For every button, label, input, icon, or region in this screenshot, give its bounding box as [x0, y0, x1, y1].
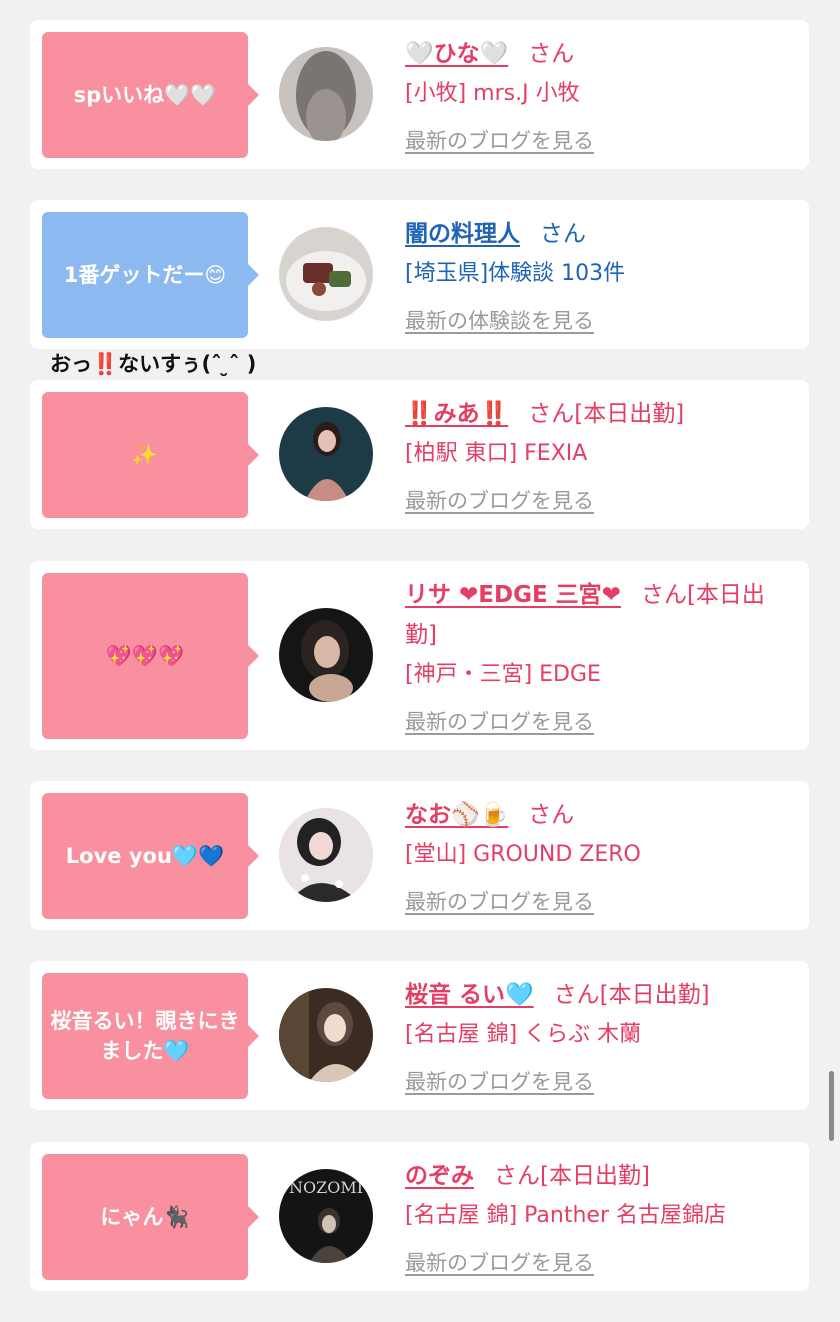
name-suffix: さん	[528, 802, 575, 828]
shop-label: [名古屋 錦] Panther 名古屋錦店	[405, 1203, 726, 1228]
avatar[interactable]	[279, 227, 373, 321]
avatar-image	[279, 608, 373, 702]
user-name-link[interactable]: 闇の料理人	[405, 221, 520, 247]
comment-bubble: Love you🩵💙	[42, 793, 259, 919]
entry-info: 闇の料理人 さん [埼玉県]体験談 103件 最新の体験談を見る	[405, 214, 793, 341]
area-review-count: [埼玉県]体験談 103件	[405, 261, 626, 286]
user-name-link[interactable]: 🤍ひな🤍	[405, 41, 508, 67]
latest-blog-link[interactable]: 最新のブログを見る	[405, 121, 594, 161]
entry-info: ‼️みあ‼️ さん[本日出勤] [柏駅 東口] FEXIA 最新のブログを見る	[405, 394, 793, 521]
name-line: 🤍ひな🤍 さん	[405, 34, 793, 74]
user-name-link[interactable]: のぞみ	[405, 1163, 474, 1189]
comment-bubble: ✨	[42, 392, 259, 518]
avatar-logo-text: NOZOMI	[289, 1178, 363, 1197]
shop-label: [神戸・三宮] EDGE	[405, 662, 601, 687]
blog-card: spいいね🤍🤍 🤍ひな🤍 さん [小牧] mrs.J 小牧 最新のブログを見る	[30, 20, 809, 169]
avatar[interactable]	[279, 808, 373, 902]
comment-bubble: 💖💖💖	[42, 573, 259, 739]
name-suffix: さん	[540, 221, 586, 247]
avatar-image	[279, 407, 373, 501]
comment-bubble: にゃん🐈‍⬛	[42, 1154, 259, 1280]
entry-info: リサ ❤EDGE 三宮❤ さん[本日出勤] [神戸・三宮] EDGE 最新のブログ…	[405, 575, 793, 742]
entry-info: 🤍ひな🤍 さん [小牧] mrs.J 小牧 最新のブログを見る	[405, 34, 793, 161]
shop-label: [堂山] GROUND ZERO	[405, 842, 641, 867]
comment-bubble: 1番ゲットだー😊	[42, 212, 259, 338]
latest-review-link[interactable]: 最新の体験談を見る	[405, 301, 594, 341]
avatar-image: NOZOMI	[279, 1169, 373, 1263]
comment-bubble: spいいね🤍🤍	[42, 32, 259, 158]
scrollbar[interactable]	[829, 1071, 834, 1141]
latest-blog-link[interactable]: 最新のブログを見る	[405, 702, 594, 742]
entry-info: なお⚾️🍺 さん [堂山] GROUND ZERO 最新のブログを見る	[405, 795, 793, 922]
avatar[interactable]: NOZOMI	[279, 1169, 373, 1263]
name-suffix: さん[本日出勤]	[494, 1163, 650, 1189]
latest-blog-link[interactable]: 最新のブログを見る	[405, 481, 594, 521]
user-name-link[interactable]: なお⚾️🍺	[405, 802, 508, 828]
avatar[interactable]	[279, 608, 373, 702]
name-line: なお⚾️🍺 さん	[405, 795, 793, 835]
entry-info: 桜音 るい🩵 さん[本日出勤] [名古屋 錦] くらぶ 木蘭 最新のブログを見る	[405, 975, 793, 1102]
latest-blog-link[interactable]: 最新のブログを見る	[405, 1062, 594, 1102]
shop-label: [小牧] mrs.J 小牧	[405, 81, 580, 106]
name-suffix: さん[本日出勤]	[553, 982, 710, 1008]
name-line: リサ ❤EDGE 三宮❤ さん[本日出勤]	[405, 575, 793, 655]
avatar-image	[279, 988, 373, 1082]
name-line: のぞみ さん[本日出勤]	[405, 1156, 793, 1196]
name-suffix: さん	[528, 41, 575, 67]
avatar[interactable]	[279, 47, 373, 141]
blog-card: にゃん🐈‍⬛ NOZOMI のぞみ さん[本日出勤] [名古屋 錦] Panthe…	[30, 1142, 809, 1291]
shop-label: [名古屋 錦] くらぶ 木蘭	[405, 1022, 642, 1047]
review-card: 1番ゲットだー😊 闇の料理人 さん [埼玉県]体験談 103件 最新の体験談を見る	[30, 200, 809, 349]
latest-blog-link[interactable]: 最新のブログを見る	[405, 1243, 594, 1283]
blog-card: 桜音るい！覗きにきました🩵 桜音 るい🩵 さん[本日出勤] [名古屋 錦] くらぶ…	[30, 961, 809, 1110]
avatar-image	[279, 227, 373, 321]
blog-card: Love you🩵💙 なお⚾️🍺 さん [堂山] GROUND ZERO 最新のブ…	[30, 781, 809, 930]
name-line: 桜音 るい🩵 さん[本日出勤]	[405, 975, 793, 1015]
user-name-link[interactable]: 桜音 るい🩵	[405, 982, 534, 1008]
name-line: ‼️みあ‼️ さん[本日出勤]	[405, 394, 793, 434]
comment-bubble: 桜音るい！覗きにきました🩵	[42, 973, 259, 1099]
name-suffix: さん[本日出勤]	[528, 401, 685, 427]
latest-blog-link[interactable]: 最新のブログを見る	[405, 882, 594, 922]
blog-card: ✨ ‼️みあ‼️ さん[本日出勤] [柏駅 東口] FEXIA 最新のブログを見る	[30, 380, 809, 529]
shop-label: [柏駅 東口] FEXIA	[405, 441, 588, 466]
avatar[interactable]	[279, 988, 373, 1082]
entry-info: のぞみ さん[本日出勤] [名古屋 錦] Panther 名古屋錦店 最新のブログ…	[405, 1156, 793, 1283]
blog-card: 💖💖💖 リサ ❤EDGE 三宮❤ さん[本日出勤] [神戸・三宮] EDGE 最新…	[30, 561, 809, 750]
avatar-image	[279, 808, 373, 902]
name-line: 闇の料理人 さん	[405, 214, 793, 254]
avatar-image	[279, 47, 373, 141]
avatar[interactable]	[279, 407, 373, 501]
user-name-link[interactable]: リサ ❤EDGE 三宮❤	[405, 582, 621, 608]
comment-caption: おっ‼️ないすぅ(ˆ ̮ˆ )	[50, 352, 257, 376]
user-name-link[interactable]: ‼️みあ‼️	[405, 401, 508, 427]
